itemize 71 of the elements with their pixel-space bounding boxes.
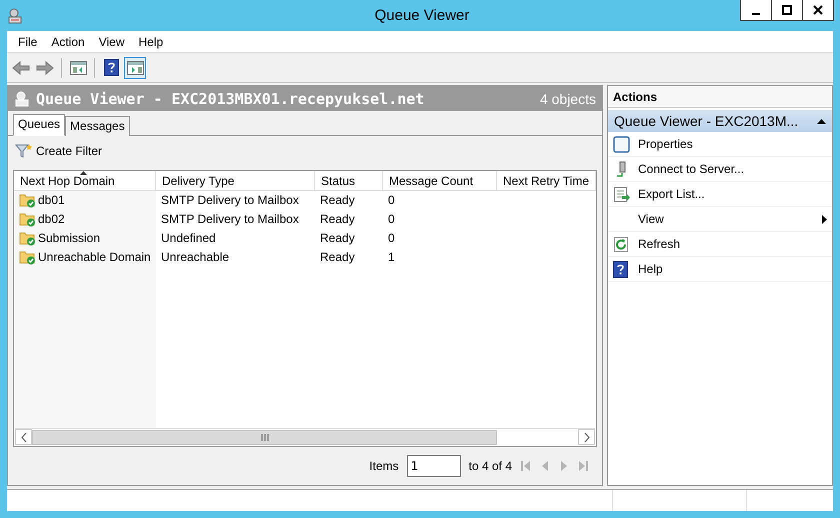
pane-toggle-icon[interactable] [70,60,86,74]
create-filter-button[interactable]: Create Filter [13,138,104,164]
grip-icon [260,434,268,440]
table-cell: 1 [388,250,395,264]
table-cell: db01 [38,192,65,206]
tab[interactable]: Messages [65,116,130,136]
item-range: to 4 of 4 [468,459,512,473]
help-icon [613,260,628,278]
app-icon [14,90,30,106]
folder-check-icon [19,210,36,226]
folder-check-icon [19,192,36,208]
table-cell: Ready [320,212,355,226]
column-header[interactable]: Status [315,171,383,191]
export-list-icon [613,186,630,202]
table-cell: Ready [320,192,355,206]
menu-item[interactable]: View [92,34,132,48]
close-icon [813,5,823,15]
app-icon [7,8,23,24]
task-link[interactable]: Refresh [608,232,832,257]
close-button[interactable] [802,0,834,21]
minimize-button[interactable] [740,0,772,21]
folder-check-icon [19,248,36,264]
properties-icon [613,136,630,152]
table-cell: 0 [388,192,395,206]
menu-item[interactable]: Help [132,34,170,48]
pane-title: Queue Viewer - EXC2013MBX01.recepyuksel.net [36,90,426,108]
window-title: Queue Viewer [374,7,470,24]
column-header[interactable]: Message Count [383,171,497,191]
task-link[interactable]: Export List... [608,182,832,207]
page-input[interactable]: 1 [406,455,461,477]
column-header[interactable]: Next Retry Time [497,171,596,191]
help-icon [104,59,118,76]
table-cell: Ready [320,230,355,244]
table-cell: 0 [388,212,395,226]
column-header[interactable]: Next Hop Domain [14,171,156,191]
items-label: Items [369,459,399,473]
menu-item[interactable]: Action [44,34,92,48]
table-cell: Ready [320,250,355,264]
scroll-right-icon [584,432,590,442]
table-cell: Unreachable Domain [38,250,151,264]
column-header[interactable]: Delivery Type [156,171,315,191]
task-link[interactable]: View [608,207,832,232]
pane-toggle-icon[interactable] [126,60,144,74]
table-cell: db02 [38,212,65,226]
horizontal-scrollbar[interactable] [15,428,595,445]
task-link[interactable]: Connect to Server... [608,157,832,182]
table-cell: 0 [388,230,395,244]
menu-item[interactable]: File [11,34,44,48]
maximize-button[interactable] [771,0,803,21]
tab[interactable]: Queues [13,114,66,136]
actions-header: Actions [608,86,832,108]
table-cell: Undefined [161,230,216,244]
collapse-arrow-icon [817,118,826,124]
action-section-header[interactable]: Queue Viewer - EXC2013M... [608,110,832,132]
refresh-icon [613,236,630,252]
table-cell: Submission [38,230,100,244]
back-arrow-icon[interactable] [12,60,30,74]
table-cell: SMTP Delivery to Mailbox [161,192,299,206]
minimize-icon [752,13,760,15]
filter-icon [15,143,33,159]
sort-arrow-icon [80,171,87,175]
submenu-arrow-icon [822,214,827,224]
table-cell: SMTP Delivery to Mailbox [161,212,299,226]
forward-arrow-icon[interactable] [36,60,54,74]
object-count: 4 objects [540,90,596,106]
scroll-left-icon [20,432,26,442]
maximize-icon [782,5,792,15]
task-link[interactable]: Properties [608,132,832,157]
task-link[interactable]: Help [608,257,832,282]
table-cell: Unreachable [161,250,230,264]
folder-check-icon [19,230,36,246]
